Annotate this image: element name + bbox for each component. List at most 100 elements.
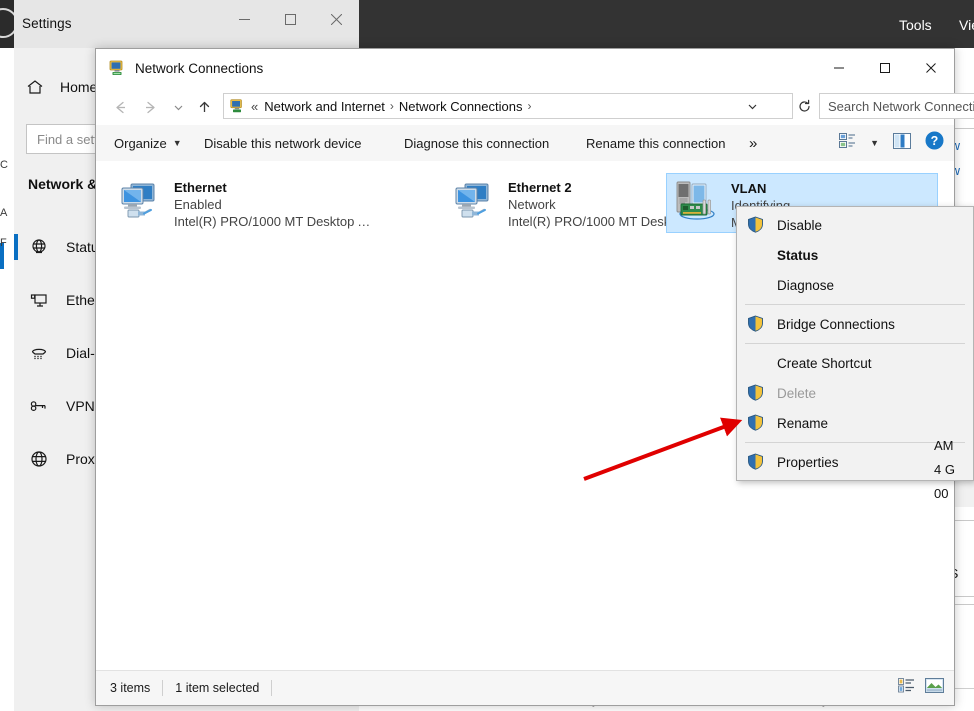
context-menu-item-delete: Delete — [737, 378, 973, 408]
recent-locations-chevron-down-icon[interactable] — [166, 95, 190, 119]
globe-proxy-icon — [28, 448, 50, 470]
settings-home-item[interactable]: Home — [24, 76, 97, 98]
connection-item-ethernet[interactable]: Ethernet Enabled Intel(R) PRO/1000 MT De… — [110, 173, 380, 233]
context-menu-item-status[interactable]: Status — [737, 240, 973, 270]
statusbar-view-buttons — [898, 671, 944, 705]
connection-text-ethernet: Ethernet Enabled Intel(R) PRO/1000 MT De… — [174, 177, 374, 230]
toolbar-organize-button[interactable]: Organize ▼ — [114, 136, 182, 151]
sidebar-item-vpn-label: VPN — [66, 398, 95, 414]
menu-item-tools[interactable]: Tools — [899, 17, 932, 33]
context-menu-separator-1 — [745, 304, 965, 305]
background-cell-4g-top: 4 G — [934, 462, 955, 477]
breadcrumb-separator-1: › — [390, 99, 394, 113]
toolbar-overflow-button[interactable]: » — [749, 135, 757, 152]
change-view-icon[interactable] — [839, 132, 856, 154]
explorer-minimize-button[interactable] — [816, 49, 862, 87]
breadcrumb[interactable]: « Network and Internet › Network Connect… — [223, 93, 793, 119]
back-arrow-icon[interactable] — [108, 95, 132, 119]
network-connections-icon — [108, 59, 126, 77]
partial-glyph-f: F — [0, 238, 14, 249]
home-icon — [24, 76, 46, 98]
large-icons-view-icon[interactable] — [925, 678, 944, 698]
connection-name: Ethernet — [174, 179, 374, 196]
status-item-count: 3 items — [110, 681, 150, 695]
settings-maximize-button[interactable] — [267, 0, 313, 38]
change-view-caret-icon[interactable]: ▼ — [870, 138, 879, 148]
context-menu-label: Create Shortcut — [777, 356, 872, 371]
background-cell-am-top: AM — [934, 438, 954, 453]
shield-icon — [747, 384, 765, 402]
toolbar-right-icons: ▼ ? — [839, 125, 944, 161]
explorer-maximize-button[interactable] — [862, 49, 908, 87]
forward-arrow-icon[interactable] — [138, 95, 162, 119]
toolbar-disable-device-button[interactable]: Disable this network device — [204, 136, 362, 151]
toolbar-overflow-label: » — [749, 135, 757, 152]
settings-home-label: Home — [60, 79, 97, 95]
context-menu-separator-3 — [745, 442, 965, 443]
refresh-icon[interactable] — [791, 93, 817, 119]
menu-item-view[interactable]: View — [959, 17, 974, 33]
explorer-close-button[interactable] — [908, 49, 954, 87]
statusbar-divider-2 — [271, 680, 272, 696]
settings-minimize-button[interactable] — [221, 0, 267, 38]
settings-window-controls — [221, 0, 359, 48]
context-menu-label: Delete — [777, 386, 816, 401]
screenshot-root: C A F Tools View TAS New Dow Yes AM 4 G … — [0, 0, 974, 711]
details-view-icon[interactable] — [898, 678, 915, 698]
shield-icon — [747, 414, 765, 432]
toolbar-disable-device-label: Disable this network device — [204, 136, 362, 151]
explorer-title: Network Connections — [135, 61, 263, 76]
phone-dialup-icon — [28, 342, 50, 364]
breadcrumb-part-network-connections[interactable]: Network Connections — [399, 99, 523, 114]
globe-status-icon — [28, 236, 50, 258]
context-menu-label: Status — [777, 248, 818, 263]
settings-close-button[interactable] — [313, 0, 359, 38]
explorer-window-controls — [816, 49, 954, 87]
breadcrumb-part-network-and-internet[interactable]: Network and Internet — [264, 99, 385, 114]
toolbar-diagnose-connection-button[interactable]: Diagnose this connection — [404, 136, 549, 151]
preview-pane-icon[interactable] — [893, 133, 911, 154]
toolbar-diagnose-connection-label: Diagnose this connection — [404, 136, 549, 151]
breadcrumb-chevron-down-icon[interactable] — [740, 94, 764, 118]
toolbar-organize-label: Organize — [114, 136, 167, 151]
shield-icon — [747, 216, 765, 234]
toolbar-organize-caret-icon: ▼ — [173, 138, 182, 148]
partial-glyph-a: A — [0, 208, 14, 219]
breadcrumb-overflow[interactable]: « — [251, 99, 258, 114]
background-menubar: Tools View — [359, 0, 974, 48]
vpn-key-icon — [28, 395, 50, 417]
monitor-ethernet-icon — [28, 289, 50, 311]
vlan-adapter-icon — [673, 178, 721, 226]
breadcrumb-separator-2[interactable]: › — [527, 99, 531, 113]
breadcrumb-network-icon — [229, 98, 245, 114]
search-placeholder: Search Network Connections — [828, 99, 974, 114]
context-menu-label: Properties — [777, 455, 839, 470]
statusbar-divider-1 — [162, 680, 163, 696]
ethernet-adapter-icon — [450, 177, 498, 225]
ethernet-adapter-icon — [116, 177, 164, 225]
up-arrow-icon[interactable] — [192, 95, 216, 119]
context-menu-item-rename[interactable]: Rename — [737, 408, 973, 438]
context-menu-label: Disable — [777, 218, 822, 233]
explorer-statusbar: 3 items 1 item selected — [96, 670, 954, 705]
help-icon[interactable]: ? — [925, 131, 944, 155]
svg-text:?: ? — [931, 134, 939, 148]
context-menu-label: Rename — [777, 416, 828, 431]
toolbar-rename-connection-button[interactable]: Rename this connection — [586, 136, 725, 151]
context-menu-item-diagnose[interactable]: Diagnose — [737, 270, 973, 300]
connection-device: Intel(R) PRO/1000 MT Desktop Ad... — [174, 213, 374, 230]
search-input[interactable]: Search Network Connections — [819, 93, 974, 119]
context-menu-separator-2 — [745, 343, 965, 344]
settings-title: Settings — [22, 16, 72, 31]
context-menu-label: Diagnose — [777, 278, 834, 293]
context-menu-item-bridge-connections[interactable]: Bridge Connections — [737, 309, 973, 339]
context-menu-item-disable[interactable]: Disable — [737, 210, 973, 240]
shield-icon — [747, 453, 765, 471]
background-cell-00-top: 00 — [934, 486, 948, 501]
toolbar-rename-connection-label: Rename this connection — [586, 136, 725, 151]
context-menu-item-create-shortcut[interactable]: Create Shortcut — [737, 348, 973, 378]
explorer-titlebar: Network Connections — [96, 49, 954, 87]
far-left-strip: C A F — [0, 0, 14, 711]
connection-status: Enabled — [174, 196, 374, 213]
connection-name: VLAN — [731, 180, 922, 197]
